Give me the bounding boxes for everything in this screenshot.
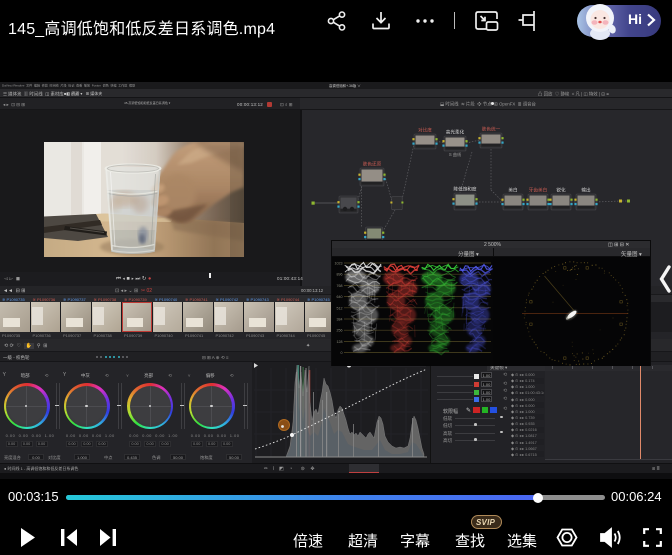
svg-text:512: 512 — [337, 306, 343, 310]
svg-text:640: 640 — [337, 295, 343, 299]
svg-text:896: 896 — [337, 273, 343, 277]
svg-text:肤色还原: 肤色还原 — [363, 161, 382, 168]
svg-text:1023: 1023 — [335, 262, 343, 266]
svg-text:对比度: 对比度 — [418, 127, 432, 134]
svg-text:肤色统一: 肤色统一 — [482, 126, 501, 133]
svg-text:128: 128 — [337, 340, 343, 344]
svg-text:0: 0 — [341, 351, 343, 355]
svg-text:输出: 输出 — [581, 187, 591, 194]
svg-text:256: 256 — [337, 329, 343, 333]
svg-text:锐化: 锐化 — [556, 187, 566, 194]
svg-text:S 曲线: S 曲线 — [449, 151, 462, 158]
svg-text:美白: 美白 — [508, 187, 517, 194]
svg-text:高光柔化: 高光柔化 — [446, 129, 465, 136]
svg-text:牙齿美白: 牙齿美白 — [529, 187, 547, 194]
svg-text:768: 768 — [337, 284, 343, 288]
svg-text:384: 384 — [337, 318, 343, 322]
svg-text:降低饱和度: 降低饱和度 — [454, 186, 477, 193]
